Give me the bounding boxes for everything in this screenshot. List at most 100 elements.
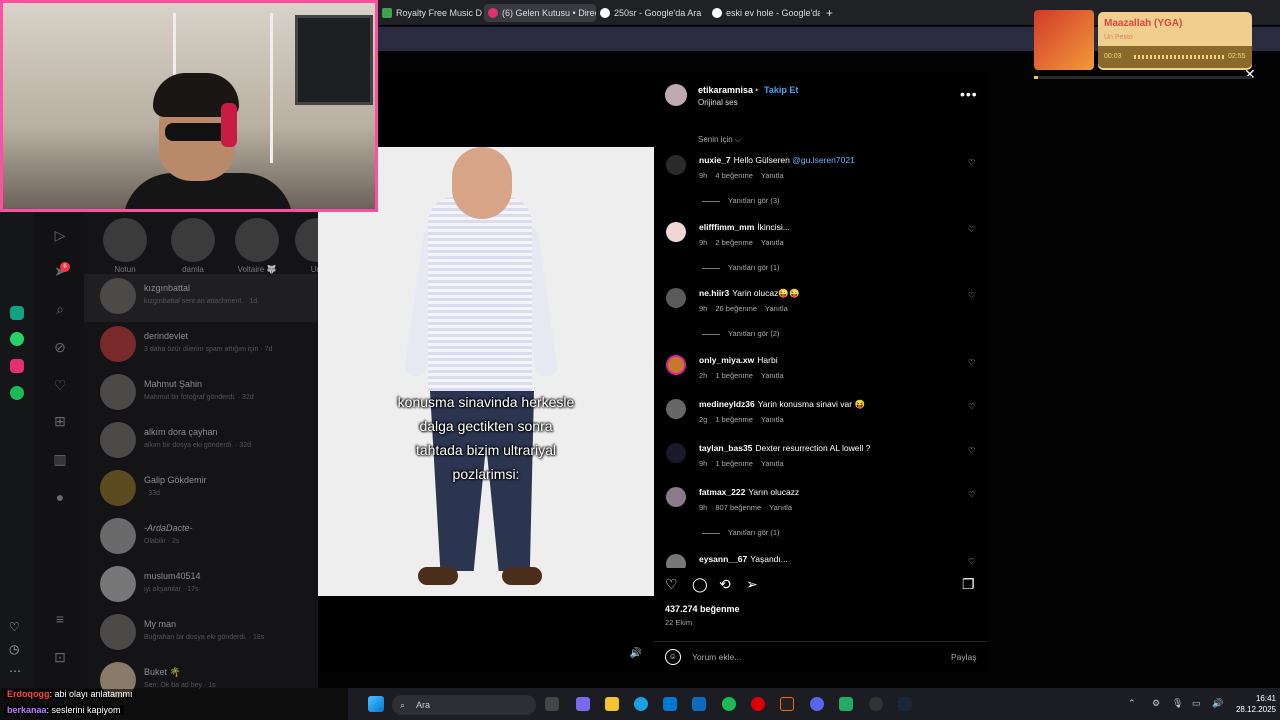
spotify-icon[interactable] [722,697,736,711]
comment-username[interactable]: medineyldz36 [699,399,755,409]
new-tab-button[interactable]: + [822,4,838,22]
volume-icon[interactable]: 🔊 [628,646,644,662]
dm-thread-item[interactable]: Mahmut Şahin Mahmut bir fotoğraf gönderdi… [84,370,318,418]
reply-button[interactable]: Yanıtla [765,304,788,313]
comment-like-count[interactable]: 2 beğenme [715,238,753,247]
app-icon[interactable] [780,697,794,711]
steam-icon[interactable] [898,697,912,711]
comment-like-count[interactable]: 1 beğenme [715,415,753,424]
dm-thread-item[interactable]: -ArdaDacte- Olabilir · 2s [84,514,318,562]
comment-like-heart-icon[interactable]: ♡ [968,490,975,499]
post-comment-button[interactable]: Paylaş [951,652,977,662]
comment-username[interactable]: taylan_bas35 [699,443,752,453]
edge-icon[interactable] [634,697,648,711]
taskbar-search-input[interactable]: ⌕ Ara [392,695,536,715]
comment-username[interactable]: fatmax_222 [699,487,745,497]
avatar[interactable] [666,288,686,308]
app-icon[interactable] [576,697,590,711]
note-item[interactable]: Voltaire 🐺 [234,218,280,274]
tab-royalty-music[interactable]: Royalty Free Music Downl... [378,4,482,22]
volume-icon[interactable]: 🔊 [1212,698,1223,709]
save-bookmark-icon[interactable]: ❐ [962,576,975,593]
author-username[interactable]: etikaramnisa [698,85,753,95]
mention-link[interactable]: @gu.lseren7021 [792,155,855,165]
comment-like-heart-icon[interactable]: ♡ [968,557,975,566]
chevron-up-icon[interactable]: ⌃ [1128,698,1136,709]
comment-like-heart-icon[interactable]: ♡ [968,291,975,300]
comment-username[interactable]: nuxie_7 [699,155,731,165]
dm-thread-item[interactable]: My man Buğrahan bir dosya eki gönderdi. ·… [84,610,318,658]
note-item[interactable]: Notun [102,218,148,274]
view-replies-button[interactable]: Yanıtları gör (3) [702,196,780,205]
file-explorer-icon[interactable] [605,697,619,711]
clock-icon[interactable]: ◷ [9,642,19,656]
audio-label[interactable]: Orijinal ses [698,98,738,107]
reply-button[interactable]: Yanıtla [761,415,784,424]
view-replies-button[interactable]: Yanıtları gör (2) [702,329,780,338]
view-replies-button[interactable]: Yanıtları gör (1) [702,528,780,537]
avatar[interactable] [666,399,686,419]
search-icon[interactable]: ⌕ [51,300,69,318]
more-options-icon[interactable]: ••• [960,86,978,102]
comment-username[interactable]: ne.hiir3 [699,288,729,298]
menu-icon[interactable]: ≡ [51,610,69,628]
comment-bubble-icon[interactable]: ◯ [692,576,708,593]
store-icon[interactable] [663,697,677,711]
share-send-icon[interactable]: ➢ [746,576,758,593]
opera-icon[interactable] [751,697,765,711]
comment-like-heart-icon[interactable]: ♡ [968,446,975,455]
emoji-icon[interactable]: ☺ [665,649,681,665]
comment-username[interactable]: eysann__67 [699,554,747,564]
comment-sort-dropdown[interactable]: Senin için ⌵ [698,135,741,145]
reply-button[interactable]: Yanıtla [761,171,784,180]
note-item[interactable]: damla [170,218,216,274]
like-heart-icon[interactable]: ♡ [665,576,678,593]
discord-icon[interactable] [810,697,824,711]
dm-thread-item[interactable]: alkım dora çayhan alkım bir dosya eki gön… [84,418,318,466]
app-icon[interactable] [839,697,853,711]
avatar[interactable] [666,487,686,507]
outlook-icon[interactable] [692,697,706,711]
reply-button[interactable]: Yanıtla [769,503,792,512]
more-icon[interactable]: ⋯ [9,664,21,678]
tab-google-search-2[interactable]: eski ev hole - Google'da A [708,4,820,22]
chatgpt-app-icon[interactable] [10,306,24,320]
comment-like-count[interactable]: 1 beğenme [715,459,753,468]
reply-button[interactable]: Yanıtla [761,371,784,380]
dm-thread-item[interactable]: Galip Gökdemir · 33d [84,466,318,514]
comment-like-heart-icon[interactable]: ♡ [968,402,975,411]
clock[interactable]: 16:41 28.12.2025 [1232,693,1276,715]
view-replies-button[interactable]: Yanıtları gör (1) [702,263,780,272]
start-menu-icon[interactable] [368,696,384,712]
reply-button[interactable]: Yanıtla [761,459,784,468]
notifications-heart-icon[interactable]: ♡ [51,376,69,394]
avatar[interactable] [666,443,686,463]
app-icon[interactable] [869,697,883,711]
avatar[interactable] [666,554,686,568]
comment-like-count[interactable]: 4 beğenme [715,171,753,180]
comment-like-heart-icon[interactable]: ♡ [968,225,975,234]
display-icon[interactable]: ▭ [1192,698,1201,709]
comment-like-heart-icon[interactable]: ♡ [968,158,975,167]
network-icon[interactable]: ⚙ [1152,698,1160,709]
comment-like-count[interactable]: 26 beğenme [715,304,757,313]
comment-like-count[interactable]: 807 beğenme [715,503,761,512]
whatsapp-app-icon[interactable] [10,332,24,346]
author-avatar[interactable] [665,84,687,106]
follow-button[interactable]: Takip Et [764,85,798,95]
spotify-app-icon[interactable] [10,386,24,400]
repost-icon[interactable]: ⟲ [719,576,731,593]
comment-input[interactable]: Yorum ekle... [692,652,741,662]
dm-thread-item[interactable]: derindevlet 3 daha özür dilerim spam attı… [84,322,318,370]
avatar[interactable] [666,355,686,375]
avatar[interactable] [666,222,686,242]
post-like-count[interactable]: 437.274 beğenme [665,604,740,614]
apps-icon[interactable]: ⊡ [51,648,69,666]
avatar[interactable] [666,155,686,175]
comment-like-heart-icon[interactable]: ♡ [968,358,975,367]
mic-icon[interactable]: 🎙 [1172,698,1183,709]
heart-icon[interactable]: ♡ [9,620,20,634]
dm-thread-item[interactable]: muslum40514 iyi akşamlar · 17s [84,562,318,610]
explore-icon[interactable]: ⊘ [51,338,69,356]
comment-username[interactable]: only_miya.xw [699,355,754,365]
